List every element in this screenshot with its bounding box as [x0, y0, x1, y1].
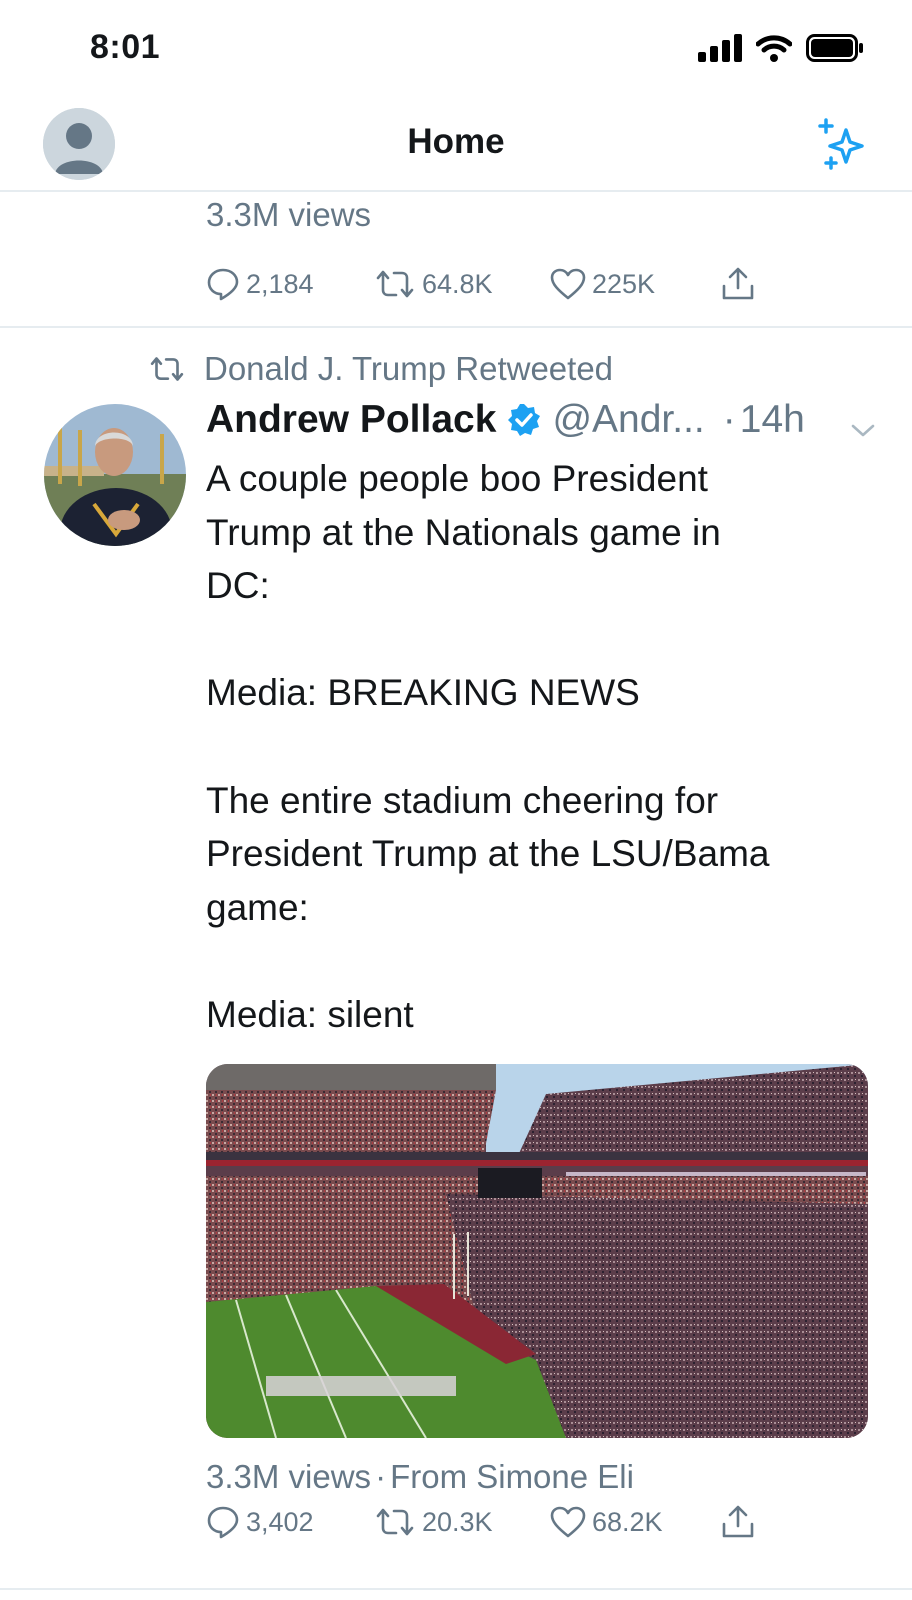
- cellular-signal-icon: [698, 34, 742, 62]
- video-source-link[interactable]: From Simone Eli: [390, 1458, 634, 1495]
- like-button[interactable]: 225K: [550, 268, 720, 300]
- tweet-divider: [0, 326, 912, 328]
- share-icon: [722, 1505, 754, 1538]
- stadium-thumbnail: [206, 1064, 868, 1438]
- reply-icon: [207, 268, 239, 301]
- heart-icon: [550, 1506, 586, 1538]
- tweet-text-line: Media: BREAKING NEWS: [206, 672, 640, 714]
- reply-count: 3,402: [246, 1506, 314, 1537]
- home-nav-bar: Home: [0, 96, 912, 192]
- heart-icon: [550, 268, 586, 300]
- tweet-text-line: President Trump at the LSU/Bama: [206, 833, 770, 875]
- tweet-options-button[interactable]: [850, 406, 876, 450]
- tweet-text-line: [206, 613, 866, 667]
- retweet-button[interactable]: 20.3K: [374, 1506, 550, 1538]
- share-button[interactable]: [720, 1504, 762, 1540]
- tweet-text-line: game:: [206, 886, 309, 928]
- share-icon: [722, 267, 754, 300]
- tweet-text-line: DC:: [206, 565, 270, 607]
- wifi-icon: [756, 35, 792, 62]
- tweet-media-video[interactable]: [206, 1064, 868, 1438]
- retweeted-by-label: Donald J. Trump Retweeted: [204, 350, 614, 387]
- tweet-views-source: 3.3M views · From Simone Eli: [206, 1458, 634, 1496]
- author-name[interactable]: Andrew Pollack: [206, 398, 496, 442]
- timeline-toggle-button[interactable]: [814, 116, 870, 177]
- page-title: Home: [407, 122, 505, 161]
- retweet-button[interactable]: 64.8K: [374, 268, 550, 300]
- author-handle[interactable]: @Andr...: [552, 398, 704, 442]
- retweet-icon: [150, 357, 184, 381]
- battery-icon: [806, 34, 863, 62]
- retweet-icon: [376, 270, 414, 298]
- tweet-time[interactable]: 14h: [740, 398, 805, 442]
- status-bar: 8:01: [0, 0, 912, 96]
- retweet-count: 20.3K: [422, 1506, 493, 1537]
- sparkle-icon: [818, 118, 864, 170]
- tweet-views: 3.3M views: [206, 1458, 372, 1495]
- status-time: 8:01: [90, 28, 161, 66]
- like-count: 225K: [592, 268, 656, 299]
- like-count: 68.2K: [592, 1506, 663, 1537]
- share-button[interactable]: [720, 266, 762, 302]
- tweet-text-line: A couple people boo President: [206, 458, 708, 499]
- tweet-divider: [0, 1588, 912, 1590]
- tweet-text-line: [206, 934, 866, 988]
- retweet-context[interactable]: Donald J. Trump Retweeted: [148, 350, 613, 388]
- verified-badge: [506, 402, 542, 438]
- reply-button[interactable]: 2,184: [206, 267, 374, 301]
- separator-dot: ·: [722, 398, 736, 441]
- tweet-header: Andrew Pollack @Andr... · 14h: [206, 398, 876, 442]
- previous-tweet-views: 3.3M views: [206, 196, 372, 233]
- retweet-count: 64.8K: [422, 268, 493, 299]
- status-icons: [698, 34, 864, 62]
- previous-tweet-actions: 2,184 64.8K 225K: [206, 266, 762, 302]
- chevron-down-icon: [851, 424, 875, 437]
- tweet-text: A couple people boo President Trump at t…: [206, 452, 866, 1042]
- reply-button[interactable]: 3,402: [206, 1505, 374, 1539]
- retweet-icon: [376, 1508, 414, 1536]
- verified-icon: [508, 404, 541, 436]
- tweet-text-line: The entire stadium cheering for: [206, 779, 719, 821]
- separator-dot: ·: [375, 1458, 387, 1495]
- reply-icon: [207, 1506, 239, 1539]
- reply-count: 2,184: [246, 268, 314, 299]
- tweet-text-line: Trump at the Nationals game in: [206, 511, 721, 553]
- tweet-actions: 3,402 20.3K 68.2K: [206, 1504, 762, 1540]
- tweet-text-line: [206, 720, 866, 774]
- author-avatar[interactable]: [44, 404, 186, 546]
- like-button[interactable]: 68.2K: [550, 1506, 720, 1538]
- author-photo: [44, 404, 186, 546]
- tweet-text-line: Media: silent: [206, 993, 414, 1035]
